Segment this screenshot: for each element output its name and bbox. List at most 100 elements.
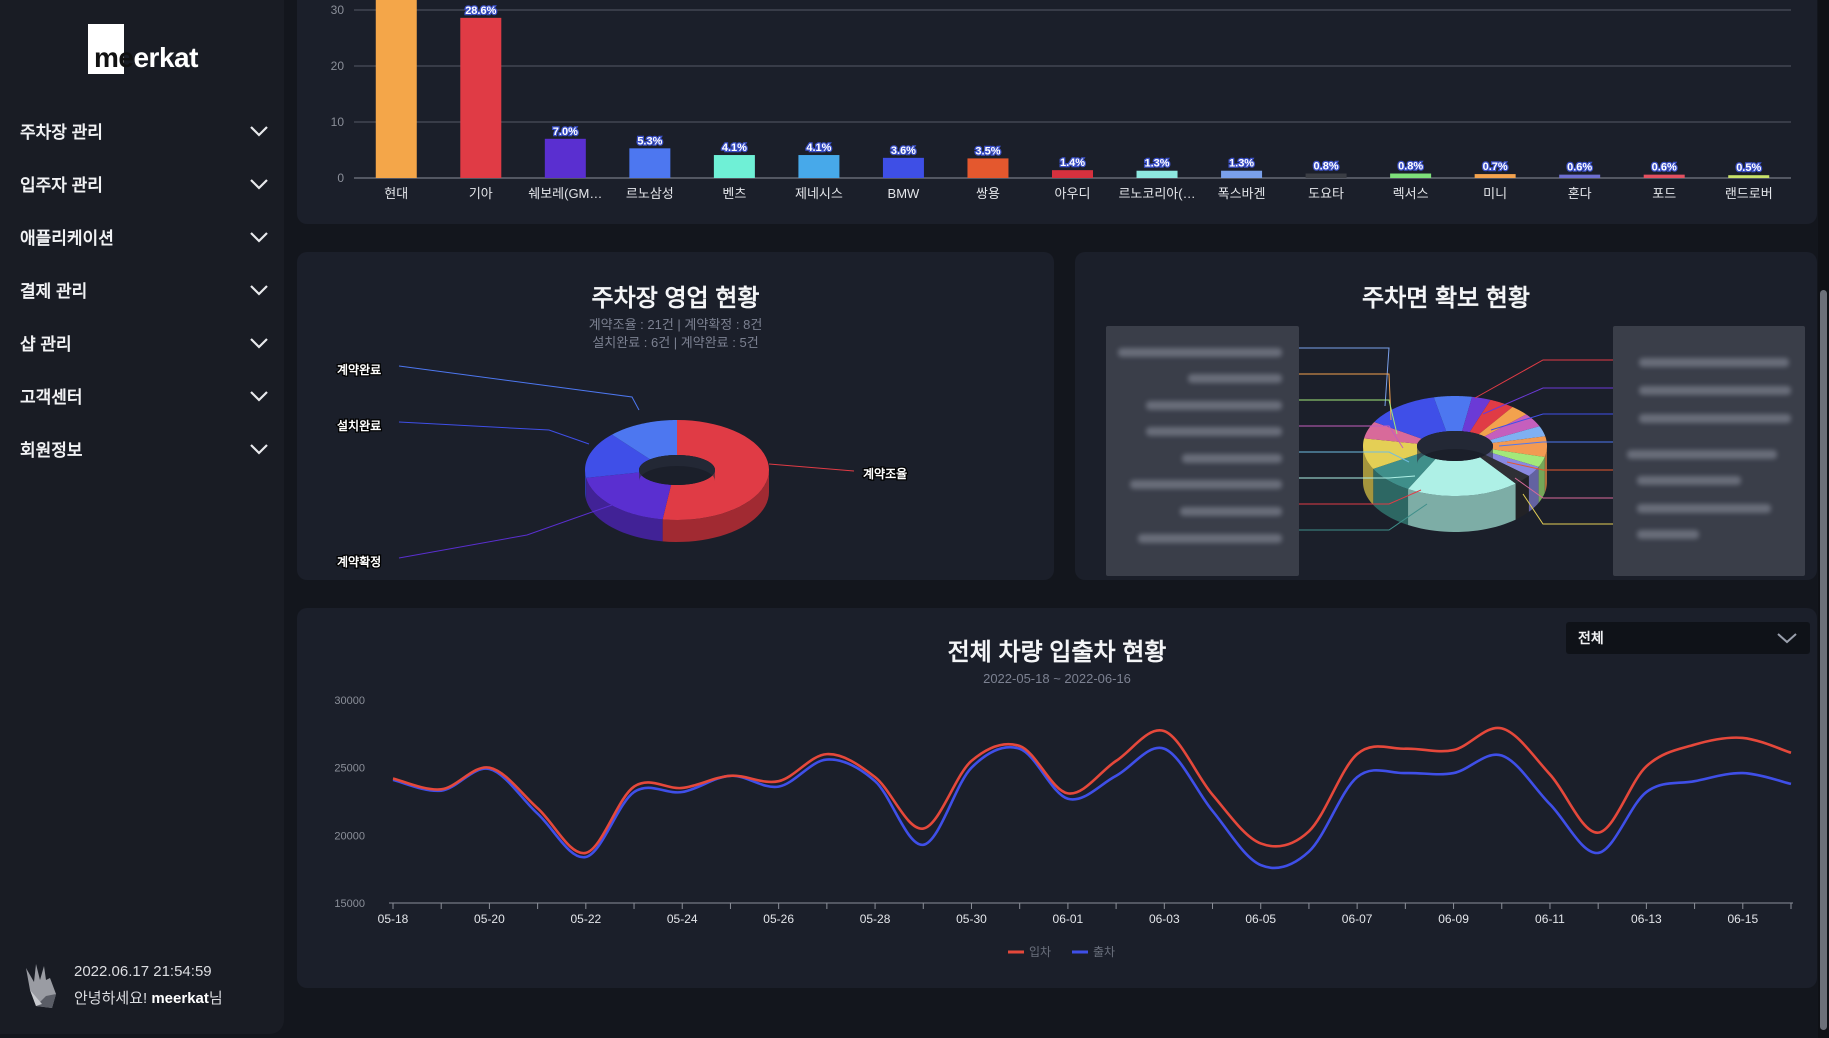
- bar[interactable]: [1559, 174, 1601, 178]
- traffic-filter-value: 전체: [1578, 630, 1604, 646]
- scrollbar-thumb[interactable]: [1820, 290, 1827, 1030]
- x-category-label: 도요타: [1308, 186, 1344, 201]
- parking-space-donut-chart: [1299, 347, 1613, 532]
- sidebar-item-label: 샵 관리: [20, 335, 72, 354]
- chevron-down-icon: [250, 125, 268, 137]
- parking-sales-donut-chart: 계약조율계약확정 설치완료 계약완료: [336, 361, 909, 571]
- x-category-label: 랜드로버: [1725, 186, 1773, 201]
- leader-line: [398, 421, 590, 445]
- leader-line: [1299, 347, 1390, 407]
- bar-data-label: 28.6%: [465, 5, 496, 17]
- donut-label: 설치완료: [337, 418, 381, 433]
- chevron-down-icon: [250, 231, 268, 243]
- sidebar-item-payment[interactable]: 결제 관리: [0, 263, 284, 316]
- sidebar-item-support[interactable]: 고객센터: [0, 369, 284, 422]
- x-tick-label: 05-24: [667, 912, 698, 926]
- legend-label[interactable]: 출차: [1093, 945, 1115, 959]
- x-category-label: 현대: [384, 186, 408, 201]
- x-tick-label: 06-03: [1149, 912, 1180, 926]
- brand-share-card: 0 10 20 30 현대 28.6% 기아 7.0% 쉐보레(GM… 5.3% 르노삼성 4.1% 벤…: [297, 0, 1817, 224]
- chevron-down-icon: [250, 178, 268, 190]
- donut-label: 계약확정: [337, 554, 381, 569]
- sidebar-item-member[interactable]: 회원정보: [0, 422, 284, 475]
- leader-line: [398, 365, 640, 411]
- bar[interactable]: [375, 0, 417, 178]
- sidebar-item-parking[interactable]: 주차장 관리: [0, 104, 284, 157]
- meerkat-logo[interactable]: meerkat: [88, 24, 198, 76]
- y-tick-label: 30000: [334, 695, 365, 707]
- sidebar-item-label: 애플리케이션: [20, 229, 114, 248]
- bar[interactable]: [544, 138, 586, 178]
- bar[interactable]: [1474, 174, 1516, 178]
- vehicle-traffic-card: 전체 차량 입출차 현황 2022-05-18 ~ 2022-06-16 150…: [297, 608, 1817, 988]
- bar-data-label: 0.8%: [1398, 161, 1423, 173]
- x-category-label: 쉐보레(GM…: [528, 186, 602, 201]
- x-tick-label: 05-30: [956, 912, 987, 926]
- leader-line: [1474, 359, 1613, 399]
- bar-data-label: 0.7%: [1483, 161, 1508, 173]
- bar-data-label: 3.5%: [975, 145, 1000, 157]
- x-tick-label: 05-20: [474, 912, 505, 926]
- brand-share-bar-chart: 0 10 20 30 현대 28.6% 기아 7.0% 쉐보레(GM… 5.3% 르노삼성 4.1% 벤…: [331, 0, 1791, 201]
- bar[interactable]: [882, 157, 924, 178]
- x-category-label: 혼다: [1568, 186, 1592, 201]
- y-tick-label: 25000: [334, 763, 365, 775]
- sidebar-item-label: 고객센터: [20, 388, 83, 407]
- bar[interactable]: [460, 17, 502, 179]
- bar[interactable]: [967, 158, 1009, 178]
- series-line[interactable]: [392, 745, 1792, 870]
- x-tick-label: 06-15: [1727, 912, 1758, 926]
- page-scrollbar[interactable]: [1818, 0, 1829, 1038]
- sidebar-item-resident[interactable]: 입주자 관리: [0, 157, 284, 210]
- x-category-label: 포드: [1652, 186, 1676, 201]
- bar-data-label: 1.3%: [1229, 158, 1254, 170]
- meerkat-glove-icon: [26, 964, 56, 1008]
- x-category-label: 렉서스: [1393, 186, 1429, 201]
- bar-data-label: 4.1%: [806, 142, 831, 154]
- bar-data-label: 1.4%: [1060, 157, 1085, 169]
- bar[interactable]: [1390, 173, 1432, 178]
- parking-space-card: 주차면 확보 현황: [1075, 252, 1817, 580]
- sidebar-item-application[interactable]: 애플리케이션: [0, 210, 284, 263]
- bar[interactable]: [1643, 174, 1685, 178]
- bar[interactable]: [1221, 170, 1263, 178]
- greeting: 안녕하세요! meerkat님: [74, 990, 223, 1007]
- x-category-label: 아우디: [1055, 186, 1091, 201]
- x-tick-label: 05-26: [763, 912, 794, 926]
- current-datetime: 2022.06.17 21:54:59: [74, 963, 212, 980]
- bar[interactable]: [713, 155, 755, 178]
- legend-label[interactable]: 입차: [1029, 945, 1051, 959]
- bar[interactable]: [1305, 173, 1347, 178]
- bar[interactable]: [1136, 170, 1178, 178]
- leader-line: [1299, 373, 1392, 421]
- bar-data-label: 0.5%: [1736, 162, 1761, 174]
- x-tick-label: 06-13: [1631, 912, 1662, 926]
- x-category-label: BMW: [888, 186, 921, 201]
- traffic-filter-select[interactable]: 전체: [1566, 622, 1810, 654]
- bar-data-label: 5.3%: [637, 135, 662, 147]
- sidebar-item-label: 결제 관리: [20, 282, 88, 301]
- bar[interactable]: [1728, 175, 1770, 178]
- y-tick-label: 20000: [334, 830, 365, 842]
- sidebar-item-shop[interactable]: 샵 관리: [0, 316, 284, 369]
- y-tick-label: 15000: [334, 898, 365, 910]
- x-category-label: 쌍용: [976, 186, 1000, 201]
- leader-line: [768, 463, 855, 472]
- chevron-down-icon: [250, 284, 268, 296]
- sidebar-item-label: 입주자 관리: [20, 176, 103, 195]
- bar-data-label: 0.8%: [1314, 161, 1339, 173]
- bar[interactable]: [798, 155, 840, 178]
- donut-label: 계약완료: [337, 362, 381, 377]
- bar-data-label: 1.3%: [1144, 158, 1169, 170]
- bar[interactable]: [1052, 170, 1093, 178]
- sidebar-item-label: 주차장 관리: [20, 123, 103, 142]
- bar-data-label: 7.0%: [553, 126, 578, 138]
- x-category-label: 미니: [1483, 186, 1507, 201]
- bar[interactable]: [629, 148, 671, 178]
- bar-data-label: 4.1%: [722, 142, 747, 154]
- leader-line: [398, 504, 613, 559]
- chevron-down-icon: [250, 390, 268, 402]
- x-category-label: 제네시스: [795, 186, 843, 201]
- x-tick-label: 05-18: [378, 912, 409, 926]
- x-category-label: 벤츠: [722, 186, 746, 201]
